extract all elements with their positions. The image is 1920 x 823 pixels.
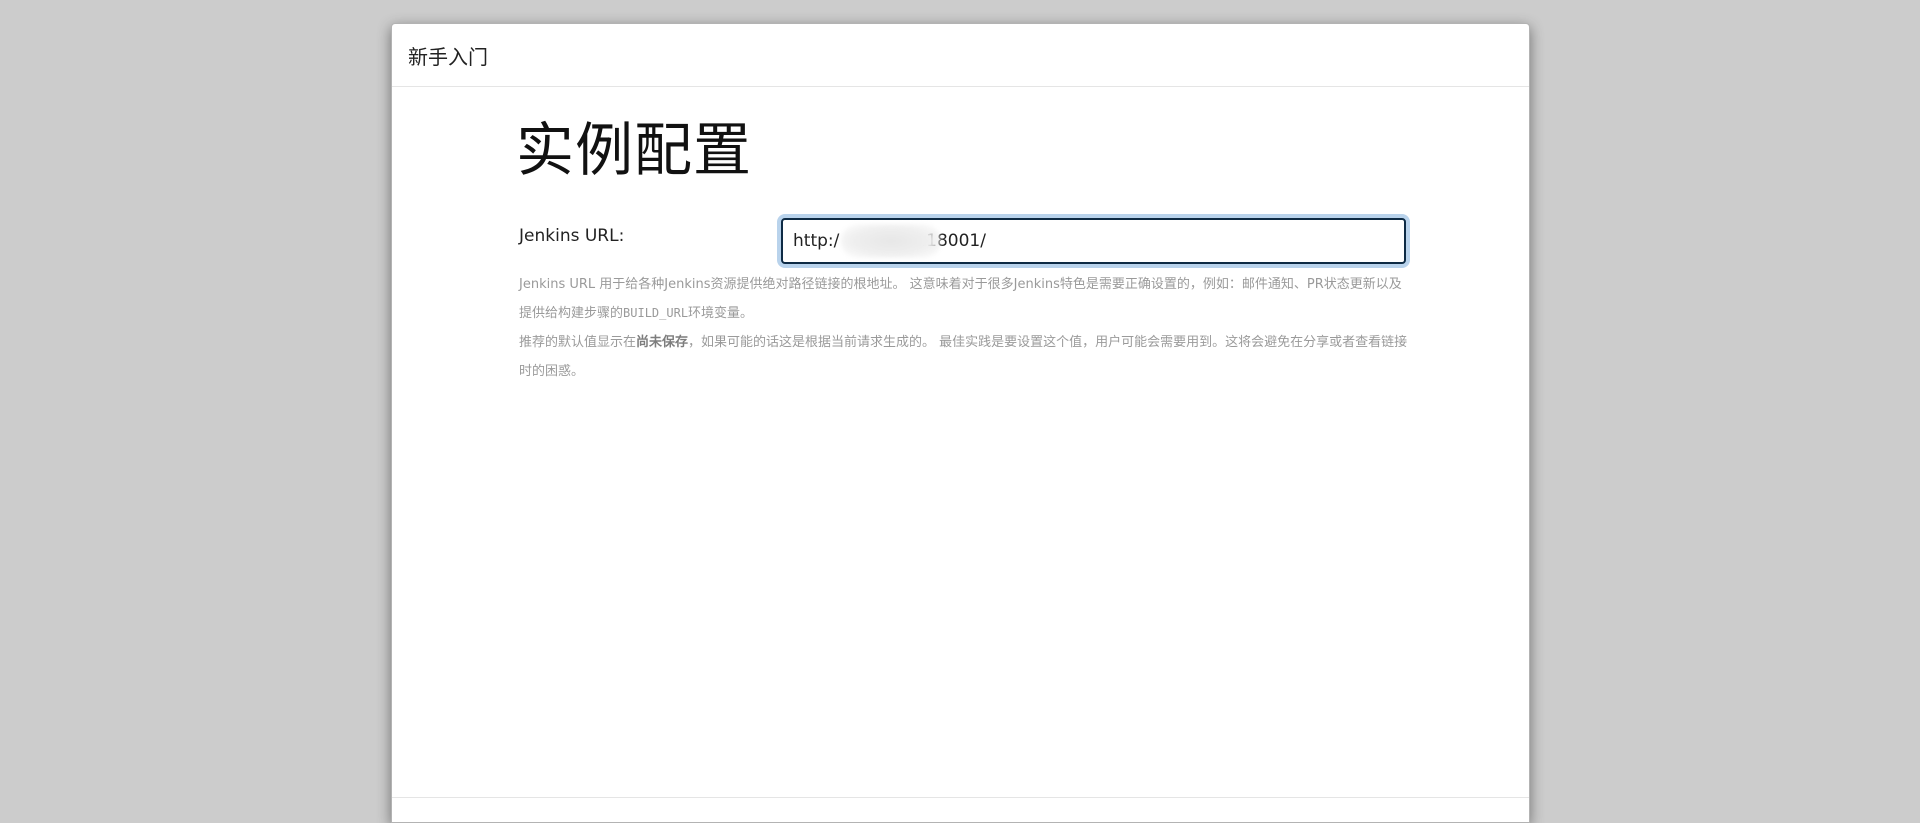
- dialog-header: 新手入门: [392, 24, 1529, 87]
- page-heading: 实例配置: [516, 116, 753, 184]
- help-paragraph-2: 推荐的默认值显示在尚未保存，如果可能的话这是根据当前请求生成的。 最佳实践是要设…: [519, 335, 1408, 379]
- setup-wizard-dialog: 新手入门 实例配置 Jenkins URL: Jenkins URL 用于给各种…: [391, 23, 1530, 823]
- jenkins-url-help: Jenkins URL 用于给各种Jenkins资源提供绝对路径链接的根地址。 …: [519, 270, 1409, 386]
- jenkins-url-field[interactable]: [781, 218, 1406, 264]
- jenkins-url-label: Jenkins URL:: [519, 226, 625, 246]
- not-saved-emphasis: 尚未保存: [636, 335, 689, 350]
- build-url-code: BUILD_URL: [623, 306, 689, 320]
- dialog-title: 新手入门: [408, 44, 488, 69]
- jenkins-url-input[interactable]: [793, 231, 1404, 251]
- dialog-body: 实例配置 Jenkins URL: Jenkins URL 用于给各种Jenki…: [392, 87, 1529, 822]
- dialog-footer-divider: [392, 797, 1529, 798]
- help-paragraph-1: Jenkins URL 用于给各种Jenkins资源提供绝对路径链接的根地址。 …: [519, 277, 1402, 321]
